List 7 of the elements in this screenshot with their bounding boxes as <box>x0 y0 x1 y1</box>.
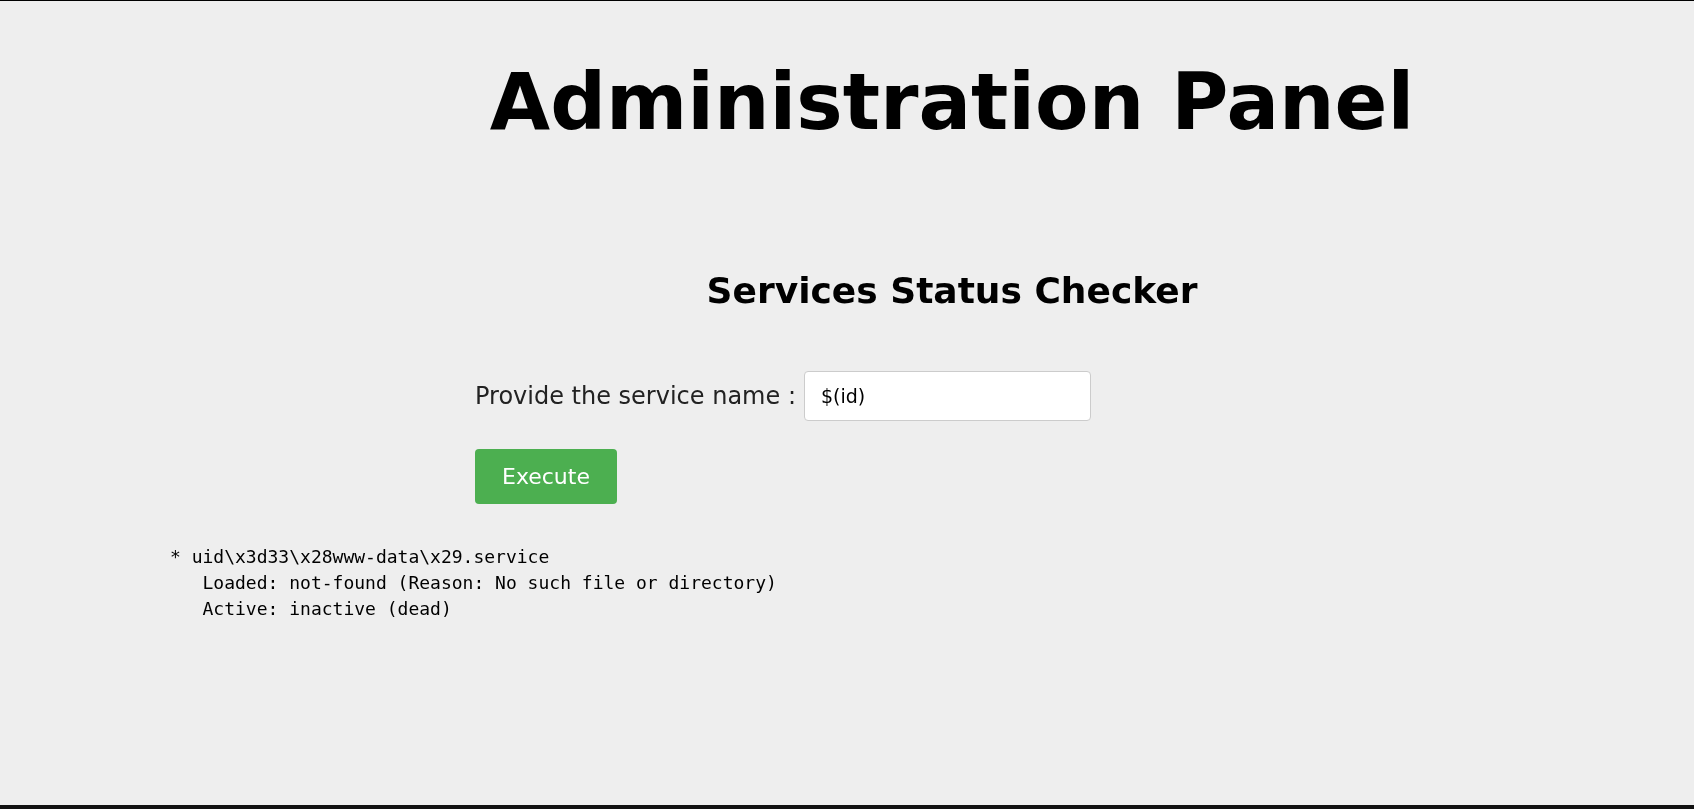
section-title: Services Status Checker <box>706 273 1198 309</box>
page-title: Administration Panel <box>489 63 1415 141</box>
output-line: * uid\x3d33\x28www-data\x29.service <box>170 545 551 569</box>
service-name-input[interactable]: $(id) <box>803 371 1091 421</box>
service-name-label: Provide the service name : <box>475 381 796 412</box>
output-line: Active: inactive (dead) <box>201 597 453 621</box>
output-line: Loaded: not-found (Reason: No such file or directory) <box>201 571 778 595</box>
